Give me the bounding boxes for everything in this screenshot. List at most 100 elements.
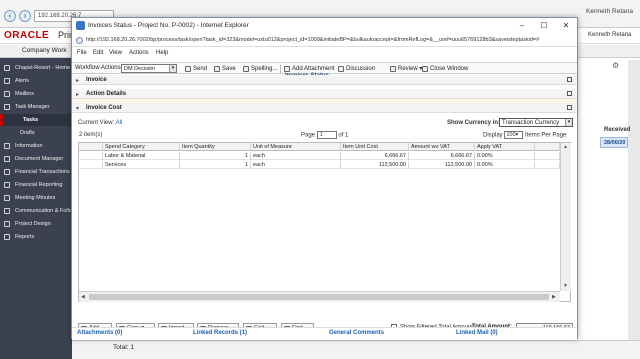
section-action-details[interactable]: ▸ Action Details — [72, 89, 577, 99]
sidebar-item-icon — [4, 156, 10, 162]
display-select-value: 100 — [506, 132, 516, 138]
items-count: 2 item(s) — [79, 132, 103, 138]
sidebar-item[interactable]: Project Design — [0, 218, 72, 230]
table-cell[interactable] — [535, 161, 560, 169]
sidebar-item[interactable]: Task Manager — [0, 101, 72, 113]
sidebar-item[interactable]: Mailbox — [0, 88, 72, 100]
section-action-details-label: Action Details — [86, 91, 127, 97]
save-button[interactable]: Save — [214, 64, 236, 74]
general-comments-link[interactable]: General Comments — [329, 330, 384, 336]
table-cell[interactable] — [79, 161, 103, 169]
currency-select[interactable]: Transaction Currency ▾ — [499, 118, 573, 127]
column-header[interactable] — [535, 143, 560, 151]
sidebar-item[interactable]: Reports — [0, 231, 72, 243]
table-row[interactable]: Services 1 each 112,500.00 112,500.00 0.00% — [79, 161, 560, 169]
sidebar-item-label: Financial Transactions — [15, 169, 70, 175]
grid-horizontal-scrollbar[interactable]: ◀ ▶ — [79, 291, 560, 302]
section-invoice-cost-label: Invoice Cost — [86, 105, 122, 111]
column-header[interactable]: Unit of Measure — [251, 143, 341, 151]
send-button[interactable]: Send — [185, 64, 207, 74]
section-invoice-cost[interactable]: ▾ Invoice Cost — [72, 103, 577, 113]
forward-icon[interactable]: › — [19, 10, 31, 22]
section-invoice[interactable]: ▸ Invoice — [72, 75, 577, 85]
sidebar-item[interactable]: Financial Transactions — [0, 166, 72, 178]
menu-edit[interactable]: Edit — [93, 50, 103, 56]
column-header[interactable]: Item Unit Cost — [341, 143, 409, 151]
review-label: Review — [398, 66, 418, 72]
scroll-thumb[interactable] — [89, 294, 549, 300]
collapse-square-icon[interactable] — [567, 91, 572, 96]
linked-mail-link[interactable]: Linked Mail (0) — [456, 330, 498, 336]
table-cell[interactable]: 1 — [180, 152, 251, 160]
collapse-square-icon[interactable] — [567, 105, 572, 110]
menu-actions[interactable]: Actions — [129, 50, 149, 56]
linked-records-link[interactable]: Linked Records (1) — [193, 330, 247, 336]
user-icon[interactable]: ⚙ — [612, 61, 619, 70]
table-cell[interactable]: 112,500.00 — [341, 161, 409, 169]
table-cell[interactable] — [535, 152, 560, 160]
column-header[interactable]: Amount wo VAT — [409, 143, 475, 151]
company-workspace-tab[interactable]: Company Work — [22, 47, 67, 54]
send-label: Send — [193, 66, 208, 72]
sidebar-item[interactable]: Information — [0, 140, 72, 152]
table-cell[interactable]: 6,666.67 — [341, 152, 409, 160]
received-date-cell[interactable]: 28/06/20 — [600, 137, 628, 148]
table-cell[interactable]: 1 — [180, 161, 251, 169]
oracle-logo: ORACLE — [4, 30, 50, 41]
page-input[interactable]: 1 — [316, 131, 337, 139]
table-cell[interactable]: 0.00% — [475, 152, 535, 160]
close-window-button[interactable]: Close Window — [422, 64, 468, 74]
sidebar-item-label: Project Design — [15, 221, 51, 227]
display-label: Display — [483, 132, 503, 139]
column-header[interactable] — [79, 143, 103, 151]
background-scrollbar[interactable] — [628, 60, 640, 340]
minimize-icon[interactable]: – — [513, 20, 531, 32]
scroll-left-icon[interactable]: ◀ — [81, 294, 85, 300]
table-cell[interactable]: 6,666.67 — [409, 152, 475, 160]
table-cell[interactable]: Services — [103, 161, 180, 169]
attachments-link[interactable]: Attachments (0) — [77, 330, 122, 336]
sidebar-item[interactable]: Document Manager — [0, 153, 72, 165]
back-icon[interactable]: ‹ — [4, 10, 16, 22]
table-cell[interactable]: 112,500.00 — [409, 161, 475, 169]
column-header[interactable]: Item Quantity — [180, 143, 251, 151]
column-header[interactable]: Spend Category — [103, 143, 180, 151]
table-cell[interactable]: 0.00% — [475, 161, 535, 169]
sidebar-item[interactable]: Communication & Follo — [0, 205, 72, 217]
collapse-square-icon[interactable] — [567, 77, 572, 82]
maximize-icon[interactable]: ☐ — [535, 20, 553, 32]
current-view-link[interactable]: All — [116, 120, 123, 126]
review-button[interactable]: Review ▾ — [390, 64, 422, 74]
sidebar-item[interactable]: Financial Reporting — [0, 179, 72, 191]
menu-file[interactable]: File — [77, 50, 87, 56]
display-select[interactable]: 100▾ — [504, 131, 524, 139]
table-cell[interactable]: each — [251, 152, 341, 160]
workflow-actions-label: Workflow Actions — [75, 65, 121, 71]
grid-vertical-scrollbar[interactable]: ▲ ▼ — [560, 143, 571, 291]
table-cell[interactable] — [79, 152, 103, 160]
sidebar-item[interactable]: Drafts — [0, 127, 72, 139]
scroll-down-icon[interactable]: ▼ — [563, 283, 568, 289]
sidebar-item[interactable]: Alerts — [0, 75, 72, 87]
sidebar-item-label: Drafts — [20, 130, 35, 136]
window-titlebar[interactable]: Invoices Status - Project No. P-0002) - … — [72, 18, 577, 34]
workflow-actions-select[interactable]: DM Decisión ▾ — [121, 64, 177, 73]
menu-view[interactable]: View — [109, 50, 122, 56]
spelling-button[interactable]: Spelling... — [243, 64, 277, 74]
table-cell[interactable]: Labor & Material — [103, 152, 180, 160]
sidebar-item[interactable]: Tasks — [0, 114, 72, 126]
menu-help[interactable]: Help — [156, 50, 168, 56]
sidebar-item[interactable]: Chapel-Resort - Home — [0, 62, 72, 74]
scroll-right-icon[interactable]: ▶ — [552, 294, 556, 300]
save-icon — [214, 66, 220, 72]
window-url[interactable]: http://192.168.20.26:7002/bp/process/tas… — [86, 37, 572, 43]
column-header[interactable]: Apply VAT — [475, 143, 535, 151]
discussion-button[interactable]: Discussion — [338, 64, 375, 74]
header-user-name[interactable]: Kenneth Retana — [588, 32, 631, 38]
scroll-up-icon[interactable]: ▲ — [563, 144, 568, 150]
current-view: Current View: All — [78, 120, 122, 126]
sidebar-item[interactable]: Meeting Minutes — [0, 192, 72, 204]
table-cell[interactable]: each — [251, 161, 341, 169]
close-icon[interactable]: ✕ — [557, 20, 575, 32]
table-row[interactable]: Labor & Material 1 each 6,666.67 6,666.67 0.0… — [79, 152, 560, 160]
